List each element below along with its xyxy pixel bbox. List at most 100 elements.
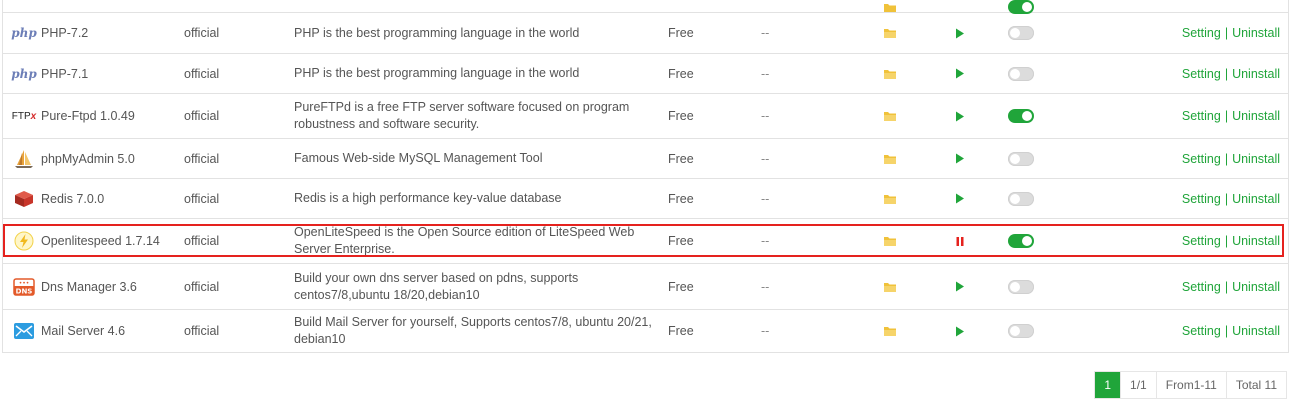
setting-link[interactable]: Setting [1182, 192, 1221, 206]
pause-icon[interactable] [949, 219, 971, 263]
table-row: FTPx Pure-Ftpd 1.0.49 official PureFTPd … [3, 94, 1288, 139]
home-toggle[interactable] [1008, 94, 1042, 138]
plugin-name-cell: FTPx Pure-Ftpd 1.0.49 [11, 94, 183, 138]
operations: Setting | Uninstall [1182, 219, 1280, 263]
price: Free [668, 109, 694, 123]
operations: Setting | Uninstall [1182, 139, 1280, 178]
folder-icon[interactable] [879, 310, 901, 352]
operations: Setting | Uninstall [1182, 179, 1280, 218]
home-toggle[interactable] [1008, 219, 1042, 263]
table-row-partial [3, 0, 1288, 14]
operations: Setting | Uninstall [1182, 310, 1280, 352]
setting-link[interactable]: Setting [1182, 109, 1221, 123]
php-icon: php [11, 26, 37, 40]
operations: Setting | Uninstall [1182, 13, 1280, 53]
page-count: 1/1 [1120, 372, 1156, 398]
developer: official [184, 191, 220, 206]
setting-link[interactable]: Setting [1182, 26, 1221, 40]
mail-icon [13, 320, 35, 342]
description: Build Mail Server for yourself, Supports… [294, 315, 652, 346]
table-row: Mail Server 4.6 official Build Mail Serv… [3, 310, 1288, 353]
price: Free [668, 191, 694, 206]
plugin-table: php PHP-7.2 official PHP is the best pro… [2, 0, 1289, 353]
plugin-name: PHP-7.1 [41, 66, 89, 81]
home-toggle[interactable] [1008, 13, 1042, 53]
pagination: 1 1/1 From1-11 Total 11 [1094, 371, 1287, 399]
folder-icon[interactable] [879, 13, 901, 53]
price: Free [668, 324, 694, 338]
folder-icon[interactable] [879, 54, 901, 93]
op-separator: | [1224, 109, 1229, 123]
table-row: ••• DNS Dns Manager 3.6 official Build yo… [3, 264, 1288, 310]
folder-icon[interactable] [879, 179, 901, 218]
op-separator: | [1224, 191, 1229, 206]
play-icon[interactable] [949, 94, 971, 138]
expire-date: -- [761, 151, 770, 166]
sailboat-icon [13, 148, 35, 170]
developer: official [184, 109, 220, 123]
description: Build your own dns server based on pdns,… [294, 270, 579, 302]
plugin-name: Dns Manager 3.6 [41, 279, 137, 294]
folder-icon[interactable] [879, 139, 901, 178]
uninstall-link[interactable]: Uninstall [1232, 26, 1280, 40]
plugin-name-cell: Openlitespeed 1.7.14 [13, 219, 183, 263]
page-range: From1-11 [1155, 372, 1226, 398]
price: Free [668, 234, 694, 248]
setting-link[interactable]: Setting [1182, 324, 1221, 338]
expire-date: -- [761, 26, 770, 40]
developer: official [184, 324, 220, 338]
uninstall-link[interactable]: Uninstall [1232, 234, 1280, 248]
plugin-name-cell: phpMyAdmin 5.0 [13, 139, 183, 178]
expire-date: -- [761, 191, 770, 206]
uninstall-link[interactable]: Uninstall [1232, 67, 1280, 81]
plugin-name: Pure-Ftpd 1.0.49 [41, 109, 135, 123]
folder-icon[interactable] [879, 94, 901, 138]
op-separator: | [1224, 234, 1229, 248]
description: Redis is a high performance key-value da… [294, 191, 562, 205]
redis-cube-icon [13, 188, 35, 210]
setting-link[interactable]: Setting [1182, 280, 1221, 294]
play-icon[interactable] [949, 13, 971, 53]
setting-link[interactable]: Setting [1182, 234, 1221, 248]
expire-date: -- [761, 109, 770, 123]
plugin-name-cell: Redis 7.0.0 [13, 179, 183, 218]
description: OpenLiteSpeed is the Open Source edition… [294, 225, 635, 256]
ftp-icon: FTPx [11, 110, 37, 122]
play-icon[interactable] [949, 54, 971, 93]
uninstall-link[interactable]: Uninstall [1232, 109, 1280, 123]
setting-link[interactable]: Setting [1182, 67, 1221, 81]
php-icon: php [11, 66, 37, 81]
home-toggle[interactable] [1008, 264, 1042, 309]
plugin-name: Redis 7.0.0 [41, 191, 105, 206]
folder-icon[interactable] [879, 264, 901, 309]
uninstall-link[interactable]: Uninstall [1232, 324, 1280, 338]
uninstall-link[interactable]: Uninstall [1232, 280, 1280, 294]
play-icon[interactable] [949, 264, 971, 309]
dns-icon: ••• DNS [13, 276, 35, 298]
play-icon[interactable] [949, 310, 971, 352]
operations: Setting | Uninstall [1182, 94, 1280, 138]
home-toggle[interactable] [1008, 179, 1042, 218]
home-toggle[interactable] [1008, 0, 1042, 14]
price: Free [668, 279, 694, 294]
uninstall-link[interactable]: Uninstall [1232, 152, 1280, 166]
lightning-icon [13, 230, 35, 252]
developer: official [184, 151, 220, 166]
plugin-name: phpMyAdmin 5.0 [41, 151, 135, 166]
play-icon[interactable] [949, 139, 971, 178]
home-toggle[interactable] [1008, 54, 1042, 93]
home-toggle[interactable] [1008, 139, 1042, 178]
op-separator: | [1224, 66, 1229, 81]
page-total: Total 11 [1225, 372, 1286, 398]
description: PHP is the best programming language in … [294, 66, 580, 80]
play-icon[interactable] [949, 179, 971, 218]
plugin-name: Mail Server 4.6 [41, 324, 126, 338]
page-current[interactable]: 1 [1095, 372, 1121, 398]
price: Free [668, 151, 694, 166]
home-toggle[interactable] [1008, 310, 1042, 352]
setting-link[interactable]: Setting [1182, 152, 1221, 166]
uninstall-link[interactable]: Uninstall [1232, 192, 1280, 206]
folder-icon[interactable] [879, 219, 901, 263]
folder-icon[interactable] [879, 0, 901, 12]
svg-text:DNS: DNS [16, 287, 33, 295]
